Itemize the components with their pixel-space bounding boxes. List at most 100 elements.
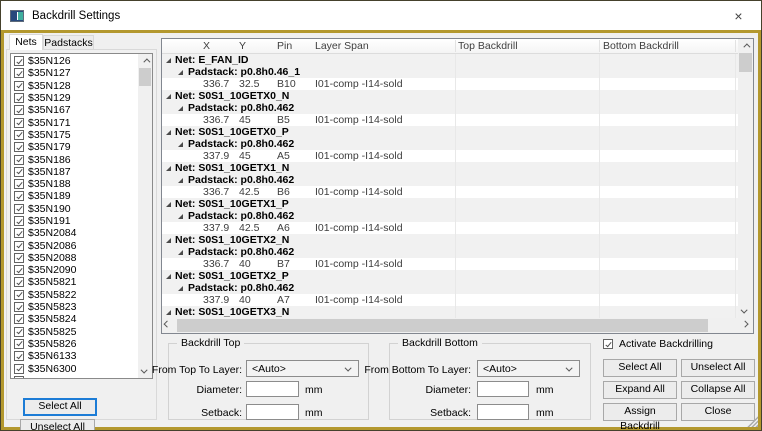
from-bottom-to-layer-select[interactable]: <Auto> [477, 360, 580, 377]
checkbox-icon[interactable] [14, 302, 24, 313]
scroll-down-button[interactable] [738, 305, 753, 318]
tab-padstacks[interactable]: Padstacks [43, 35, 94, 50]
checkbox-icon[interactable] [14, 166, 24, 177]
tree-row-net[interactable]: Net: S0S1_10GETX2_N [162, 234, 738, 246]
unselect-all-button[interactable]: Unselect All [681, 359, 755, 377]
net-list-item[interactable]: $35N191 [11, 215, 138, 227]
collapse-all-button[interactable]: Collapse All [681, 381, 755, 399]
top-diameter-input[interactable] [246, 381, 299, 397]
checkbox-icon[interactable] [14, 179, 24, 190]
activate-backdrilling-checkbox[interactable]: Activate Backdrilling [603, 338, 713, 350]
net-list-item[interactable]: $35N127 [11, 67, 138, 79]
net-list-item-partial[interactable] [11, 375, 138, 378]
checkbox-icon[interactable] [14, 314, 24, 325]
net-list-item[interactable]: $35N5824 [11, 313, 138, 325]
tree-expander-icon[interactable] [166, 309, 171, 315]
checkbox-icon[interactable] [14, 142, 24, 153]
net-list-item[interactable]: $35N5822 [11, 289, 138, 301]
net-list-item[interactable]: $35N5823 [11, 301, 138, 313]
top-setback-input[interactable] [246, 404, 299, 420]
column-header-layer-span[interactable]: Layer Span [315, 40, 369, 52]
scroll-left-button[interactable] [162, 318, 175, 333]
tree-row-net[interactable]: Net: E_FAN_ID [162, 54, 738, 66]
tree-row-padstack[interactable]: Padstack: p0.8h0.462 [162, 174, 738, 186]
scrollbar-thumb[interactable] [739, 53, 752, 72]
checkbox-icon[interactable] [14, 289, 24, 300]
tree-expander-icon[interactable] [178, 105, 183, 111]
checkbox-icon[interactable] [14, 326, 24, 337]
net-list-item[interactable]: $35N126 [11, 55, 138, 67]
from-top-to-layer-select[interactable]: <Auto> [246, 360, 359, 377]
net-list-item[interactable]: $35N5821 [11, 276, 138, 288]
net-list-item[interactable]: $35N171 [11, 116, 138, 129]
net-list-item[interactable]: $35N6300 [11, 362, 138, 375]
checkbox-icon[interactable] [14, 93, 24, 104]
tree-row-pin[interactable]: 337.9 45 A5 I01-comp -I14-sold [162, 150, 738, 162]
resize-grip[interactable] [745, 414, 758, 427]
scroll-up-button[interactable] [138, 54, 152, 67]
checkbox-icon[interactable] [14, 265, 24, 276]
checkbox-icon[interactable] [14, 351, 24, 362]
tab-nets[interactable]: Nets [9, 34, 43, 50]
column-header-x[interactable]: X [203, 40, 210, 52]
tree-expander-icon[interactable] [166, 93, 171, 99]
net-list-item[interactable]: $35N189 [11, 190, 138, 202]
tree-expander-icon[interactable] [178, 213, 183, 219]
net-list-item[interactable]: $35N186 [11, 153, 138, 166]
checkbox-icon[interactable] [14, 375, 24, 378]
tree-row-net[interactable]: Net: S0S1_10GETX1_P [162, 198, 738, 210]
select-all-button[interactable]: Select All [603, 359, 677, 377]
tree-row-padstack[interactable]: Padstack: p0.8h0.462 [162, 138, 738, 150]
tree-row-padstack[interactable]: Padstack: p0.8h0.462 [162, 246, 738, 258]
scrollbar-thumb[interactable] [139, 68, 151, 86]
scroll-right-button[interactable] [740, 318, 753, 333]
column-header-y[interactable]: Y [239, 40, 246, 52]
scroll-down-button[interactable] [138, 365, 152, 378]
tree-expander-icon[interactable] [178, 141, 183, 147]
tree-row-pin[interactable]: 336.7 40 B7 I01-comp -I14-sold [162, 258, 738, 270]
tree-row-net[interactable]: Net: S0S1_10GETX1_N [162, 162, 738, 174]
checkbox-icon[interactable] [14, 56, 24, 67]
tree-expander-icon[interactable] [166, 201, 171, 207]
net-list-item[interactable]: $35N187 [11, 166, 138, 178]
net-list-item[interactable]: $35N175 [11, 129, 138, 141]
tree-row-padstack[interactable]: Padstack: p0.8h0.462 [162, 282, 738, 294]
tree-expander-icon[interactable] [178, 285, 183, 291]
close-button[interactable]: Close [681, 403, 755, 421]
net-list-item[interactable]: $35N129 [11, 92, 138, 104]
checkbox-icon[interactable] [14, 68, 24, 79]
net-list-item[interactable]: $35N190 [11, 203, 138, 215]
tree-row-net[interactable]: Net: S0S1_10GETX3_N [162, 306, 738, 318]
bottom-diameter-input[interactable] [477, 381, 529, 397]
scroll-up-button[interactable] [738, 39, 753, 52]
nets-select-all-button[interactable]: Select All [23, 398, 97, 416]
tree-expander-icon[interactable] [178, 177, 183, 183]
tree-row-padstack[interactable]: Padstack: p0.8h0.462 [162, 210, 738, 222]
tree-row-padstack[interactable]: Padstack: p0.8h0.462 [162, 102, 738, 114]
assign-backdrill-button[interactable]: Assign Backdrill [603, 403, 677, 430]
net-list-item[interactable]: $35N2084 [11, 227, 138, 239]
tree-expander-icon[interactable] [166, 165, 171, 171]
tree-row-pin[interactable]: 337.9 42.5 A6 I01-comp -I14-sold [162, 222, 738, 234]
net-list-item[interactable]: $35N179 [11, 141, 138, 153]
net-list-item[interactable]: $35N5825 [11, 326, 138, 338]
checkbox-icon[interactable] [14, 117, 24, 128]
table-vertical-scrollbar[interactable] [738, 39, 753, 318]
column-header-top-backdrill[interactable]: Top Backdrill [458, 40, 518, 52]
net-list-item[interactable]: $35N5826 [11, 338, 138, 350]
net-list-item[interactable]: $35N2090 [11, 264, 138, 276]
tree-row-net[interactable]: Net: S0S1_10GETX2_P [162, 270, 738, 282]
tree-row-net[interactable]: Net: S0S1_10GETX0_P [162, 126, 738, 138]
checkbox-icon[interactable] [14, 240, 24, 251]
net-list-item[interactable]: $35N6133 [11, 350, 138, 362]
checkbox-icon[interactable] [14, 129, 24, 140]
tree-expander-icon[interactable] [166, 273, 171, 279]
checkbox-icon[interactable] [14, 203, 24, 214]
net-list-item[interactable]: $35N167 [11, 104, 138, 116]
scrollbar-thumb[interactable] [177, 319, 708, 332]
net-list-item[interactable]: $35N188 [11, 178, 138, 190]
net-list-item[interactable]: $35N128 [11, 80, 138, 92]
column-header-pin[interactable]: Pin [277, 40, 292, 52]
checkbox-icon[interactable] [14, 105, 24, 116]
tree-row-padstack[interactable]: Padstack: p0.8h0.46_1 [162, 66, 738, 78]
